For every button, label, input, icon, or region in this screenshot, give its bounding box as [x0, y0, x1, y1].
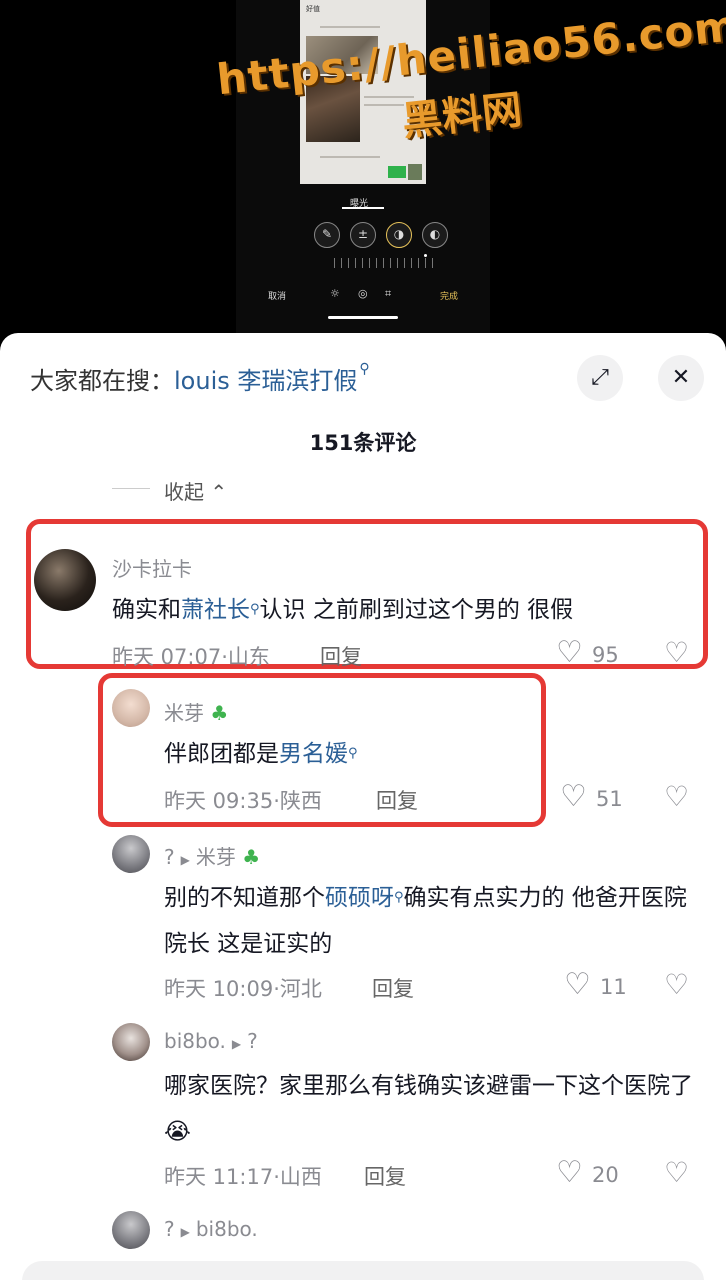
comment-text: 别的不知道那个硕硕呀⚲确实有点实力的 他爸开医院院长 这是证实的	[164, 875, 694, 967]
comment-meta: 昨天 10:09·河北	[164, 977, 322, 1001]
search-icon: ⚲	[394, 890, 404, 905]
filter-icon[interactable]: ◎	[358, 287, 368, 300]
comment-username[interactable]: bi8bo. ▶?	[164, 1029, 258, 1053]
photo-header: 好值	[306, 6, 320, 13]
search-icon: ⚲	[250, 602, 260, 617]
heart-icon[interactable]: ♡	[556, 1158, 583, 1188]
exposure-icon[interactable]: ±	[350, 222, 376, 248]
photo-text-line	[320, 26, 380, 28]
comment-location: 山东	[227, 645, 270, 669]
reply-arrow-icon: ▶	[180, 853, 190, 867]
home-indicator	[328, 316, 398, 319]
username-text: ?	[164, 845, 175, 869]
divider	[112, 488, 150, 489]
heart-icon[interactable]: ♡	[556, 638, 583, 668]
heart-icon[interactable]: ♡	[564, 970, 591, 1000]
search-prefix: 大家都在搜：	[30, 367, 174, 395]
reply-arrow-icon: ▶	[231, 1037, 242, 1051]
comment-keyword-link[interactable]: 男名媛	[279, 741, 348, 767]
comment-keyword-link[interactable]: 硕硕呀	[325, 885, 394, 911]
reply-button[interactable]: 回复	[320, 641, 362, 671]
search-icon: ⚲	[348, 746, 358, 761]
reply-arrow-icon: ▶	[180, 1225, 190, 1239]
heart-icon[interactable]: ♡	[560, 782, 587, 812]
done-button[interactable]: 完成	[440, 289, 458, 302]
comment-username[interactable]: ? ▶ bi8bo.	[164, 1217, 258, 1241]
cancel-button[interactable]: 取消	[268, 289, 286, 302]
magic-wand-icon[interactable]: ✎	[314, 222, 340, 248]
trending-search[interactable]: 大家都在搜：louis 李瑞滨打假 ⚲	[30, 361, 370, 396]
brightness-icon[interactable]: ◐	[422, 222, 448, 248]
comment-text: 确实和萧社长⚲认识 之前刷到过这个男的 很假	[112, 587, 702, 633]
comment-time: 昨天 10:09	[164, 977, 274, 1001]
comment-text-part: 伴郎团都是	[164, 741, 279, 767]
broken-heart-icon[interactable]: ♡	[664, 782, 689, 812]
comment-text: 伴郎团都是男名媛⚲	[164, 731, 684, 777]
comment-username[interactable]: ? ▶ 米芽 ♣	[164, 841, 260, 870]
clover-icon: ♣	[210, 701, 229, 725]
reply-to-user[interactable]: 米芽	[196, 845, 236, 869]
search-keyword[interactable]: louis 李瑞滨打假	[174, 367, 357, 395]
clover-icon: ♣	[242, 845, 261, 869]
broken-heart-icon[interactable]: ♡	[664, 638, 689, 668]
comment-time: 昨天 09:35	[164, 789, 274, 813]
comment-username[interactable]: 米芽 ♣	[164, 697, 228, 726]
like-count: 51	[596, 787, 623, 811]
avatar[interactable]	[34, 549, 96, 611]
comment-location: 山西	[279, 1165, 322, 1189]
collapse-label: 收起	[164, 480, 204, 504]
comment-count: 151条评论	[309, 431, 417, 455]
avatar[interactable]	[112, 689, 150, 727]
adjust-icon[interactable]: ☼	[330, 287, 340, 300]
username-text: ?	[164, 1217, 175, 1241]
expand-icon[interactable]: ⤢	[577, 355, 623, 401]
comment-location: 河北	[279, 977, 322, 1001]
broken-heart-icon[interactable]: ♡	[664, 970, 689, 1000]
comment-location: 陕西	[279, 789, 322, 813]
comment-text-part: 确实和	[112, 597, 181, 623]
close-icon[interactable]: ✕	[658, 355, 704, 401]
reply-button[interactable]: 回复	[372, 973, 414, 1003]
reply-button[interactable]: 回复	[364, 1161, 406, 1191]
like-count: 20	[592, 1163, 619, 1187]
adjust-slider[interactable]	[334, 258, 438, 268]
comment-keyword-link[interactable]: 萧社长	[181, 597, 250, 623]
chevron-up-icon: ⌃	[210, 480, 228, 504]
comment-time: 昨天 07:07	[112, 645, 222, 669]
comment-meta: 昨天 09:35·陕西	[164, 789, 322, 813]
username-text: bi8bo.	[164, 1029, 226, 1053]
search-icon: ⚲	[359, 361, 370, 377]
comment-text: 哪家医院？家里那么有钱确实该避雷一下这个医院了😭	[164, 1073, 693, 1145]
crop-icon[interactable]: ⌗	[385, 287, 391, 301]
comment-time: 昨天 11:17	[164, 1165, 274, 1189]
comment-input-bar[interactable]	[22, 1261, 704, 1280]
comment-meta: 昨天 07:07·山东	[112, 645, 270, 669]
reply-button[interactable]: 回复	[376, 785, 418, 815]
comment-username[interactable]: 沙卡拉卡	[112, 553, 192, 582]
contrast-icon[interactable]: ◑	[386, 222, 412, 248]
broken-heart-icon[interactable]: ♡	[664, 1158, 689, 1188]
comment-sheet: 大家都在搜：louis 李瑞滨打假 ⚲ ⤢ ✕ 151条评论 收起 ⌃ 沙卡拉卡 …	[0, 333, 726, 1280]
comment-text-part: 认识 之前刷到过这个男的 很假	[259, 597, 574, 623]
comment-meta: 昨天 11:17·山西	[164, 1165, 322, 1189]
avatar[interactable]	[112, 1211, 150, 1249]
avatar[interactable]	[112, 835, 150, 873]
slider-marker	[424, 254, 427, 257]
like-count: 11	[600, 975, 627, 999]
username-text: 米芽	[164, 701, 204, 725]
reply-to-user[interactable]: bi8bo.	[196, 1217, 258, 1241]
avatar[interactable]	[112, 1023, 150, 1061]
reply-to-user[interactable]: ?	[247, 1029, 258, 1053]
collapse-button[interactable]: 收起 ⌃	[164, 476, 227, 505]
comment-text-part: 别的不知道那个	[164, 885, 325, 911]
like-count: 95	[592, 643, 619, 667]
photo-editor-area: 好值 曝光 ✎ ± ◑ ◐ 取消 ☼ ◎ ⌗ 完成 https://heilia…	[0, 0, 726, 340]
